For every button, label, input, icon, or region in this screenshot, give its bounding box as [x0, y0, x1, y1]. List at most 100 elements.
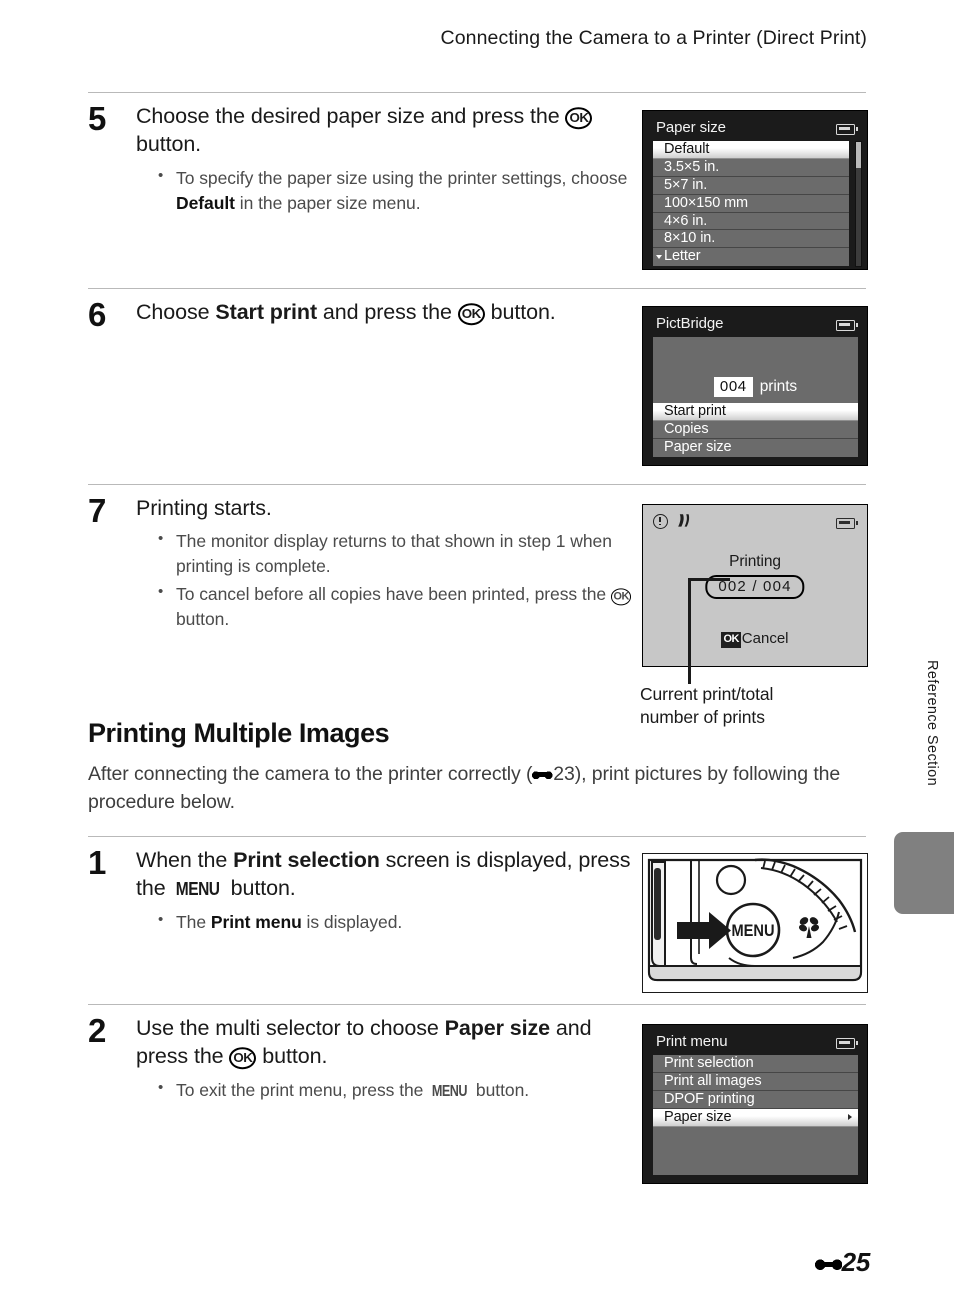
screen-printing-progress: Printing 002 / 004 OK Cancel [642, 504, 868, 667]
section-intro: After connecting the camera to the print… [88, 760, 878, 817]
step-title: Use the multi selector to choose Paper s… [136, 1014, 633, 1071]
menu-item-label: Start print [664, 403, 726, 420]
step-5: 5 Choose the desired paper size and pres… [88, 102, 633, 218]
screen-print-menu: Print menu Print selection Print all ima… [642, 1024, 868, 1184]
menu-item-copies[interactable]: Copies [653, 421, 858, 440]
step-title: When the Print selection screen is displ… [136, 846, 633, 903]
menu-item-print-selection[interactable]: Print selection [653, 1055, 858, 1073]
callout-label: Current print/total number of prints [640, 683, 870, 730]
menu-item-3-5x5[interactable]: 3.5×5 in. [653, 159, 849, 177]
step-bullets: To specify the paper size using the prin… [154, 165, 633, 216]
menu-item-8x10[interactable]: 8×10 in. [653, 230, 849, 249]
ok-button-icon: OK [610, 588, 632, 606]
menu-item-dpof-printing[interactable]: DPOF printing [653, 1091, 858, 1109]
reference-section-icon [532, 769, 554, 780]
menu-button-icon: MENU [176, 879, 220, 901]
pictbridge-panel: 004 prints Start print Copies Paper size [653, 337, 858, 457]
step-title-text: Use the multi selector to choose [136, 1016, 445, 1040]
menu-item-label: 5×7 in. [664, 176, 708, 193]
menu-item-print-all-images[interactable]: Print all images [653, 1073, 858, 1091]
scrollbar[interactable] [855, 141, 862, 267]
battery-icon [836, 1038, 859, 1049]
battery-icon [836, 320, 859, 331]
bullet-emphasis: Print menu [210, 912, 302, 933]
printing-status-label: Printing [729, 553, 781, 570]
step-title: Choose the desired paper size and press … [136, 102, 633, 159]
step-title-text-tail: button. [136, 132, 202, 157]
step-title-text-tail: button. [484, 300, 556, 324]
menu-item-label: 100×150 mm [664, 194, 749, 211]
step-body: Use the multi selector to choose Paper s… [136, 1014, 633, 1103]
step-6: 6 Choose Start print and press the OK bu… [88, 298, 633, 331]
step-body: Choose Start print and press the OK butt… [136, 298, 633, 326]
warning-icons [653, 513, 691, 529]
step-title-emphasis: Paper size [444, 1016, 550, 1040]
menu-list: Start print Copies Paper size [653, 403, 858, 457]
camera-shake-icon [675, 513, 691, 529]
ok-button-icon: OK [565, 107, 593, 130]
ok-button-icon: OK [229, 1047, 257, 1070]
menu-item-label: Copies [664, 421, 709, 438]
step-7: 7 Printing starts. The monitor display r… [88, 494, 633, 635]
step-title: Choose Start print and press the OK butt… [136, 298, 633, 326]
exclamation-circle-icon [653, 513, 668, 529]
page-number: 25 [815, 1247, 870, 1278]
scrollbar-thumb[interactable] [856, 142, 861, 168]
callout-line-1: Current print/total [640, 684, 774, 704]
menu-item-label: Print selection [664, 1055, 754, 1071]
step-number: 1 [88, 844, 107, 881]
bullet-text-tail: button. [471, 1079, 530, 1100]
bullet-emphasis: Default [176, 192, 235, 213]
manual-page: Connecting the Camera to a Printer (Dire… [0, 0, 954, 1314]
step-body: Choose the desired paper size and press … [136, 102, 633, 215]
divider-rule [88, 288, 866, 289]
cancel-row[interactable]: OK Cancel [643, 630, 867, 648]
menu-item-label: Default [664, 141, 710, 157]
bullet-text: The [176, 912, 211, 933]
step-title-emphasis: Start print [215, 300, 318, 324]
menu-item-label: DPOF printing [664, 1090, 755, 1107]
ok-button-icon: OK [457, 303, 485, 326]
menu-item-label: 8×10 in. [664, 230, 716, 247]
menu-item-100x150[interactable]: 100×150 mm [653, 195, 849, 213]
menu-item-label: Letter [664, 248, 701, 265]
menu-item-paper-size[interactable]: Paper size [653, 439, 858, 457]
print-count-value[interactable]: 004 [713, 377, 753, 397]
menu-button-icon: MENU [432, 1082, 468, 1100]
step-title: Printing starts. [136, 496, 272, 520]
bullet-text: To cancel before all copies have been pr… [176, 584, 611, 605]
step-bullets: The monitor display returns to that show… [154, 528, 633, 631]
step-title-text-mid: and press the [317, 300, 458, 324]
menu-item-default[interactable]: Default [653, 141, 849, 159]
divider-rule [88, 92, 866, 93]
bullet-text-tail: in the paper size menu. [234, 192, 421, 213]
menu-item-5x7[interactable]: 5×7 in. [653, 177, 849, 195]
sidebar-section-label: Reference Section [924, 660, 940, 787]
page-number-value: 25 [841, 1247, 871, 1277]
step-number: 2 [88, 1012, 107, 1049]
bullet-item: The monitor display returns to that show… [154, 528, 633, 579]
page-header-title: Connecting the Camera to a Printer (Dire… [440, 27, 867, 49]
menu-item-paper-size[interactable]: Paper size [653, 1108, 858, 1127]
step-bullets: The Print menu is displayed. [154, 909, 633, 935]
menu-item-start-print[interactable]: Start print [653, 403, 858, 422]
callout-leader-horizontal [688, 578, 730, 581]
camera-illustration: MENU [642, 853, 868, 993]
print-count-label: prints [759, 378, 798, 395]
bullet-item: The Print menu is displayed. [154, 909, 633, 935]
bullet-text: To specify the paper size using the prin… [176, 167, 628, 188]
section-intro-text: After connecting the camera to the print… [88, 763, 533, 785]
step-title-text: Choose [136, 300, 216, 324]
bullet-item: To exit the print menu, press the MENU b… [154, 1077, 633, 1103]
step-number: 5 [88, 100, 107, 137]
step-body: When the Print selection screen is displ… [136, 846, 633, 935]
menu-item-label: Paper size [664, 1108, 732, 1125]
bullet-text: To exit the print menu, press the [176, 1079, 429, 1100]
sidebar-tab [894, 832, 954, 914]
chevron-right-icon [848, 1113, 852, 1120]
menu-item-letter[interactable]: Letter [653, 248, 849, 266]
ok-button-icon: OK [721, 631, 741, 648]
step-1: 1 When the Print selection screen is dis… [88, 846, 633, 938]
menu-item-4x6[interactable]: 4×6 in. [653, 213, 849, 231]
screen-paper-size: Paper size Default 3.5×5 in. 5×7 in. 100… [642, 110, 868, 270]
